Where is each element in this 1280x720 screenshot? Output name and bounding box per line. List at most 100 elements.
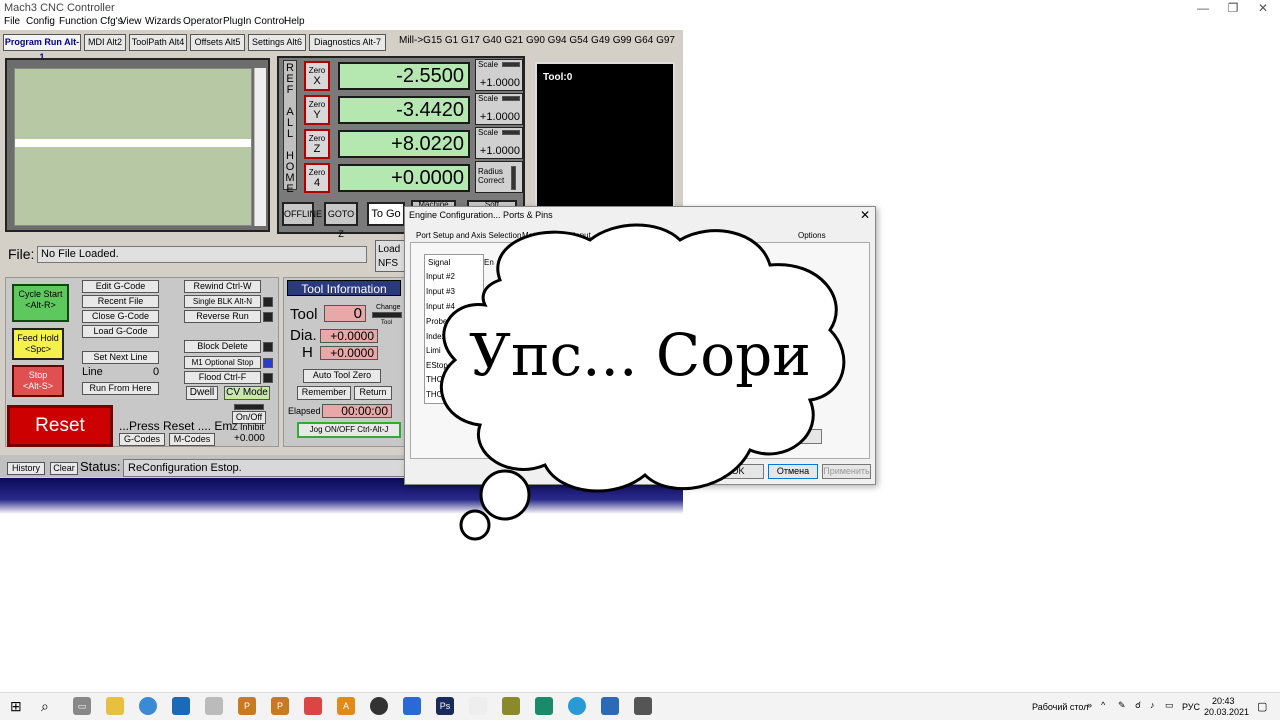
load-gcode-button[interactable]: Load G-Code — [82, 325, 159, 338]
volume-icon[interactable]: ♪ — [1150, 700, 1155, 710]
tab-toolpath[interactable]: ToolPath Alt4 — [129, 34, 187, 51]
set-next-line-button[interactable]: Set Next Line — [82, 351, 159, 364]
menu-wizards[interactable]: Wizards — [145, 16, 181, 27]
app-icon-blue2[interactable] — [601, 697, 619, 715]
menu-help[interactable]: Help — [284, 16, 305, 27]
mcodes-button[interactable]: M-Codes — [169, 433, 215, 446]
menu-plugin-control[interactable]: PlugIn Control — [223, 16, 286, 27]
app-icon-blue[interactable] — [403, 697, 421, 715]
dro-z-value[interactable]: +8.0220 — [338, 130, 470, 158]
menu-function-cfgs[interactable]: Function Cfg's — [59, 16, 123, 27]
network-icon[interactable]: ☌ — [1135, 700, 1141, 711]
maximize-icon[interactable]: ❐ — [1226, 1, 1240, 15]
optional-stop-button[interactable]: M1 Optional Stop — [184, 356, 261, 369]
close-gcode-button[interactable]: Close G-Code — [82, 310, 159, 323]
scale-value[interactable]: +1.0000 — [480, 145, 520, 157]
dro-4-value[interactable]: +0.0000 — [338, 164, 470, 192]
tool-info-title: Tool Information — [287, 280, 401, 296]
to-go-button[interactable]: To Go — [367, 202, 405, 226]
jog-onoff-button[interactable]: Jog ON/OFF Ctrl-Alt-J — [297, 422, 401, 438]
ref-all-home-button[interactable]: REFALLHOME — [283, 60, 297, 195]
menu-file[interactable]: File — [4, 16, 20, 27]
single-block-button[interactable]: Single BLK Alt-N — [184, 295, 261, 308]
windows-start-icon[interactable]: ⊞ — [10, 698, 22, 715]
clear-button[interactable]: Clear — [50, 462, 78, 475]
app-icon-red[interactable] — [304, 697, 322, 715]
tab-offsets[interactable]: Offsets Alt5 — [190, 34, 245, 51]
app-icon-round[interactable] — [370, 697, 388, 715]
h-value[interactable]: +0.0000 — [320, 346, 378, 360]
photoshop-icon[interactable]: Ps — [436, 697, 454, 715]
flood-button[interactable]: Flood Ctrl-F — [184, 371, 261, 384]
reverse-run-button[interactable]: Reverse Run — [184, 310, 261, 323]
dwell-indicator: Dwell — [186, 386, 218, 400]
edit-gcode-button[interactable]: Edit G-Code — [82, 280, 159, 293]
app-icon-p[interactable]: P — [238, 697, 256, 715]
dro-y-value[interactable]: -3.4420 — [338, 96, 470, 124]
zero-z-button[interactable]: Zero Z — [304, 129, 330, 159]
calculator-icon[interactable] — [172, 697, 190, 715]
tab-settings[interactable]: Settings Alt6 — [248, 34, 306, 51]
radius-correct-label: Radius Correct — [478, 167, 505, 185]
gcode-list[interactable] — [14, 68, 252, 226]
recent-file-button[interactable]: Recent File — [82, 295, 159, 308]
menu-config[interactable]: Config — [26, 16, 55, 27]
reset-button[interactable]: Reset — [7, 405, 113, 447]
close-icon[interactable]: ✕ — [1256, 1, 1270, 15]
history-button[interactable]: History — [7, 462, 45, 475]
z-inhibit-value[interactable]: +0.000 — [234, 433, 265, 444]
run-from-here-button[interactable]: Run From Here — [82, 382, 159, 395]
dialog-close-icon[interactable]: ✕ — [860, 208, 870, 222]
radius-correct-button[interactable]: Radius Correct — [475, 161, 523, 193]
clock-date[interactable]: 20.03.2021 — [1204, 707, 1249, 717]
app-icon[interactable] — [205, 697, 223, 715]
app-icon-olive[interactable] — [502, 697, 520, 715]
load-wizards-button[interactable]: Load NFS — [375, 240, 407, 272]
app-icon-p2[interactable]: P — [271, 697, 289, 715]
tab-program-run[interactable]: Program Run Alt-1 — [3, 34, 81, 62]
dro-x-value[interactable]: -2.5500 — [338, 62, 470, 90]
feed-hold-button[interactable]: Feed Hold <Spc> — [12, 328, 64, 360]
rewind-button[interactable]: Rewind Ctrl-W — [184, 280, 261, 293]
zero-x-button[interactable]: Zero X — [304, 61, 330, 91]
goto-z-button[interactable]: GOTO Z — [324, 202, 358, 239]
auto-tool-zero-button[interactable]: Auto Tool Zero — [303, 369, 381, 383]
app-icon-a[interactable]: A — [337, 697, 355, 715]
return-button[interactable]: Return — [354, 386, 392, 400]
gcode-scrollbar[interactable] — [254, 68, 266, 226]
scale-value[interactable]: +1.0000 — [480, 77, 520, 89]
mach3-taskbar-icon[interactable] — [634, 697, 652, 715]
zero-4-button[interactable]: Zero 4 — [304, 163, 330, 193]
dia-value[interactable]: +0.0000 — [320, 329, 378, 343]
tray-chevron-icon[interactable]: » — [1087, 700, 1092, 710]
cycle-start-button[interactable]: Cycle Start <Alt-R> — [12, 284, 69, 322]
document-icon[interactable] — [469, 697, 487, 715]
zero-y-button[interactable]: Zero Y — [304, 95, 330, 125]
app-icon-cyan[interactable] — [568, 697, 586, 715]
remember-button[interactable]: Remember — [297, 386, 351, 400]
search-icon[interactable]: ⌕ — [41, 698, 49, 715]
notification-icon[interactable]: ▢ — [1257, 700, 1267, 713]
tab-diagnostics[interactable]: Diagnostics Alt-7 — [309, 34, 386, 51]
wifi-icon[interactable]: ▭ — [1165, 700, 1174, 711]
gcodes-button[interactable]: G-Codes — [119, 433, 165, 446]
stop-button[interactable]: Stop <Alt-S> — [12, 365, 64, 397]
tab-mdi[interactable]: MDI Alt2 — [84, 34, 126, 51]
file-explorer-icon[interactable] — [106, 697, 124, 715]
minimize-icon[interactable]: — — [1196, 1, 1210, 15]
app-icon-teal[interactable] — [535, 697, 553, 715]
pen-icon[interactable]: ✎ — [1118, 700, 1126, 711]
task-view-icon[interactable]: ▭ — [73, 697, 91, 715]
tool-number-value[interactable]: 0 — [324, 305, 366, 322]
chrome-icon[interactable] — [139, 697, 157, 715]
clock-time[interactable]: 20:43 — [1212, 696, 1235, 706]
desktop-toolbar-label[interactable]: Рабочий стол — [1032, 702, 1089, 712]
offline-button[interactable]: OFFLINE — [282, 202, 322, 226]
menu-view[interactable]: View — [120, 16, 142, 27]
tray-up-icon[interactable]: ^ — [1101, 700, 1105, 710]
scale-value[interactable]: +1.0000 — [480, 111, 520, 123]
language-indicator[interactable]: РУС — [1182, 702, 1200, 712]
scale-led — [502, 62, 520, 67]
menu-operator[interactable]: Operator — [183, 16, 222, 27]
block-delete-button[interactable]: Block Delete — [184, 340, 261, 353]
